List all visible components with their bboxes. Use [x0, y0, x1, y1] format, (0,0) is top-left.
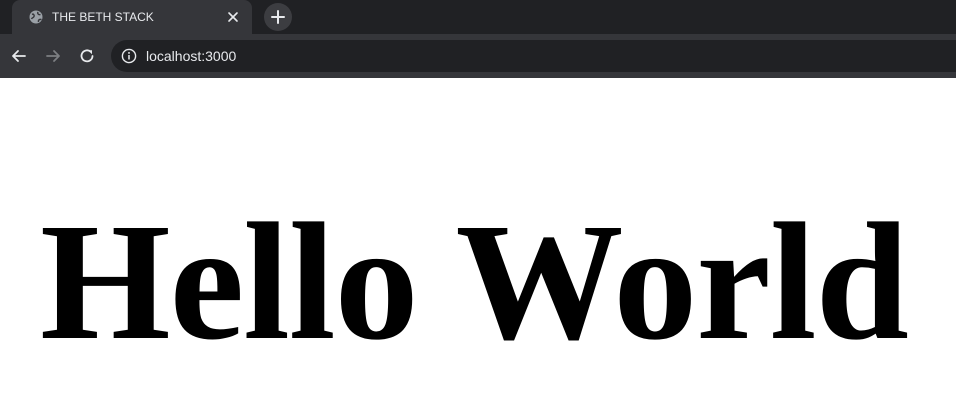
close-icon[interactable]: [225, 9, 241, 25]
forward-button[interactable]: [43, 46, 63, 66]
info-icon[interactable]: [121, 48, 137, 64]
plus-icon: [271, 10, 285, 24]
tab-strip: THE BETH STACK: [0, 0, 956, 34]
page-heading: Hello World: [40, 189, 909, 375]
reload-button[interactable]: [77, 46, 97, 66]
tab-active[interactable]: THE BETH STACK: [12, 0, 252, 34]
arrow-right-icon: [46, 50, 60, 62]
url-text: localhost:3000: [146, 48, 237, 64]
globe-icon: [29, 10, 43, 24]
tab-title: THE BETH STACK: [52, 10, 154, 24]
address-bar[interactable]: localhost:3000: [111, 40, 956, 72]
arrow-left-icon: [12, 50, 26, 62]
new-tab-button[interactable]: [264, 3, 292, 31]
reload-icon: [80, 49, 94, 63]
browser-toolbar: localhost:3000: [0, 34, 956, 78]
page-content: Hello World: [0, 78, 956, 407]
back-button[interactable]: [9, 46, 29, 66]
